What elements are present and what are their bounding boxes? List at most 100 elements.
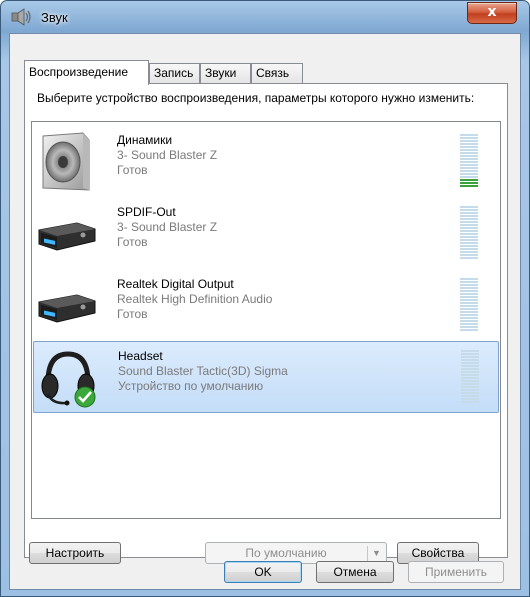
level-segment bbox=[460, 182, 478, 184]
level-segment bbox=[460, 281, 478, 283]
level-segment bbox=[461, 374, 479, 376]
level-segment bbox=[461, 353, 479, 355]
tab-communications[interactable]: Связь bbox=[251, 63, 303, 84]
level-segment bbox=[460, 230, 478, 232]
level-segment bbox=[460, 323, 478, 325]
level-segment bbox=[460, 293, 478, 295]
level-segment bbox=[461, 359, 479, 361]
tab-playback[interactable]: Воспроизведение bbox=[24, 60, 149, 85]
level-segment bbox=[460, 185, 478, 187]
level-segment bbox=[461, 386, 479, 388]
window-title: Звук bbox=[41, 10, 68, 25]
level-segment bbox=[460, 296, 478, 298]
sound-dialog-window: Звук x Воспроизведение Запись Звуки Связ… bbox=[0, 0, 530, 597]
level-segment bbox=[460, 302, 478, 304]
device-status: Готов bbox=[117, 235, 148, 249]
device-name: Realtek Digital Output bbox=[117, 277, 234, 291]
level-segment bbox=[460, 215, 478, 217]
device-name: SPDIF-Out bbox=[117, 205, 176, 219]
dropdown-arrow-icon[interactable]: ▼ bbox=[372, 543, 381, 563]
level-segment bbox=[460, 155, 478, 157]
level-segment bbox=[460, 143, 478, 145]
level-segment bbox=[461, 401, 479, 403]
digital-output-icon bbox=[38, 222, 96, 251]
ok-button[interactable]: OK bbox=[224, 561, 302, 583]
level-segment bbox=[460, 245, 478, 247]
device-name: Headset bbox=[118, 349, 163, 363]
checkmark-icon bbox=[74, 386, 96, 408]
level-segment bbox=[460, 329, 478, 331]
level-segment bbox=[460, 284, 478, 286]
level-segment bbox=[460, 257, 478, 259]
close-button[interactable]: x bbox=[467, 2, 517, 24]
level-segment bbox=[461, 365, 479, 367]
device-driver: Sound Blaster Tactic(3D) Sigma bbox=[118, 364, 288, 378]
level-segment bbox=[460, 176, 478, 178]
level-segment bbox=[460, 167, 478, 169]
level-segment bbox=[460, 326, 478, 328]
apply-button[interactable]: Применить bbox=[408, 561, 504, 583]
device-item-speakers[interactable]: Динамики 3- Sound Blaster Z Готов bbox=[33, 126, 499, 198]
digital-output-icon bbox=[38, 294, 96, 323]
level-segment bbox=[460, 152, 478, 154]
level-segment bbox=[460, 242, 478, 244]
level-segment bbox=[460, 218, 478, 220]
playback-tab-panel: Выберите устройство воспроизведения, пар… bbox=[24, 83, 508, 564]
level-segment bbox=[460, 146, 478, 148]
level-segment bbox=[460, 221, 478, 223]
device-list[interactable]: Динамики 3- Sound Blaster Z Готов SPDIF-… bbox=[31, 121, 501, 519]
level-segment bbox=[460, 248, 478, 250]
device-driver: 3- Sound Blaster Z bbox=[117, 220, 218, 234]
level-segment bbox=[460, 236, 478, 238]
tab-recording[interactable]: Запись bbox=[149, 63, 200, 84]
level-segment bbox=[461, 368, 479, 370]
tab-sounds[interactable]: Звуки bbox=[200, 63, 251, 84]
level-segment bbox=[460, 212, 478, 214]
level-segment bbox=[460, 311, 478, 313]
dialog-client-area: Воспроизведение Запись Звуки Связь Выбер… bbox=[9, 33, 521, 590]
device-status: Устройство по умолчанию bbox=[118, 379, 264, 393]
level-segment bbox=[460, 137, 478, 139]
level-segment bbox=[460, 320, 478, 322]
cancel-button[interactable]: Отмена bbox=[316, 561, 394, 583]
level-segment bbox=[461, 398, 479, 400]
configure-button[interactable]: Настроить bbox=[29, 542, 121, 564]
level-segment bbox=[460, 164, 478, 166]
close-icon: x bbox=[487, 4, 497, 20]
level-segment bbox=[460, 206, 478, 208]
level-segment bbox=[460, 179, 478, 181]
level-segment bbox=[461, 395, 479, 397]
speaker-icon bbox=[42, 132, 90, 191]
volume-level-meter bbox=[460, 206, 478, 260]
device-status: Готов bbox=[117, 307, 148, 321]
level-segment bbox=[460, 239, 478, 241]
device-item-spdif-out[interactable]: SPDIF-Out 3- Sound Blaster Z Готов bbox=[33, 198, 499, 270]
level-segment bbox=[460, 287, 478, 289]
device-name: Динамики bbox=[117, 133, 173, 147]
level-segment bbox=[461, 356, 479, 358]
sound-app-icon bbox=[11, 8, 31, 26]
level-segment bbox=[461, 392, 479, 394]
device-status: Готов bbox=[117, 163, 148, 177]
level-segment bbox=[460, 314, 478, 316]
level-segment bbox=[460, 278, 478, 280]
volume-level-meter bbox=[460, 278, 478, 332]
level-segment bbox=[460, 224, 478, 226]
level-segment bbox=[460, 134, 478, 136]
level-segment bbox=[460, 170, 478, 172]
level-segment bbox=[460, 161, 478, 163]
instruction-text: Выберите устройство воспроизведения, пар… bbox=[37, 91, 475, 105]
level-segment bbox=[460, 251, 478, 253]
title-bar[interactable]: Звук x bbox=[1, 1, 529, 33]
volume-level-meter bbox=[461, 350, 479, 404]
device-item-realtek-digital-output[interactable]: Realtek Digital Output Realtek High Defi… bbox=[33, 270, 499, 342]
level-segment bbox=[460, 290, 478, 292]
split-divider bbox=[367, 546, 368, 561]
level-segment bbox=[460, 140, 478, 142]
level-segment bbox=[460, 173, 478, 175]
level-segment bbox=[461, 371, 479, 373]
level-segment bbox=[460, 149, 478, 151]
device-item-headset[interactable]: Headset Sound Blaster Tactic(3D) Sigma У… bbox=[33, 341, 499, 413]
level-segment bbox=[460, 299, 478, 301]
level-segment bbox=[460, 254, 478, 256]
